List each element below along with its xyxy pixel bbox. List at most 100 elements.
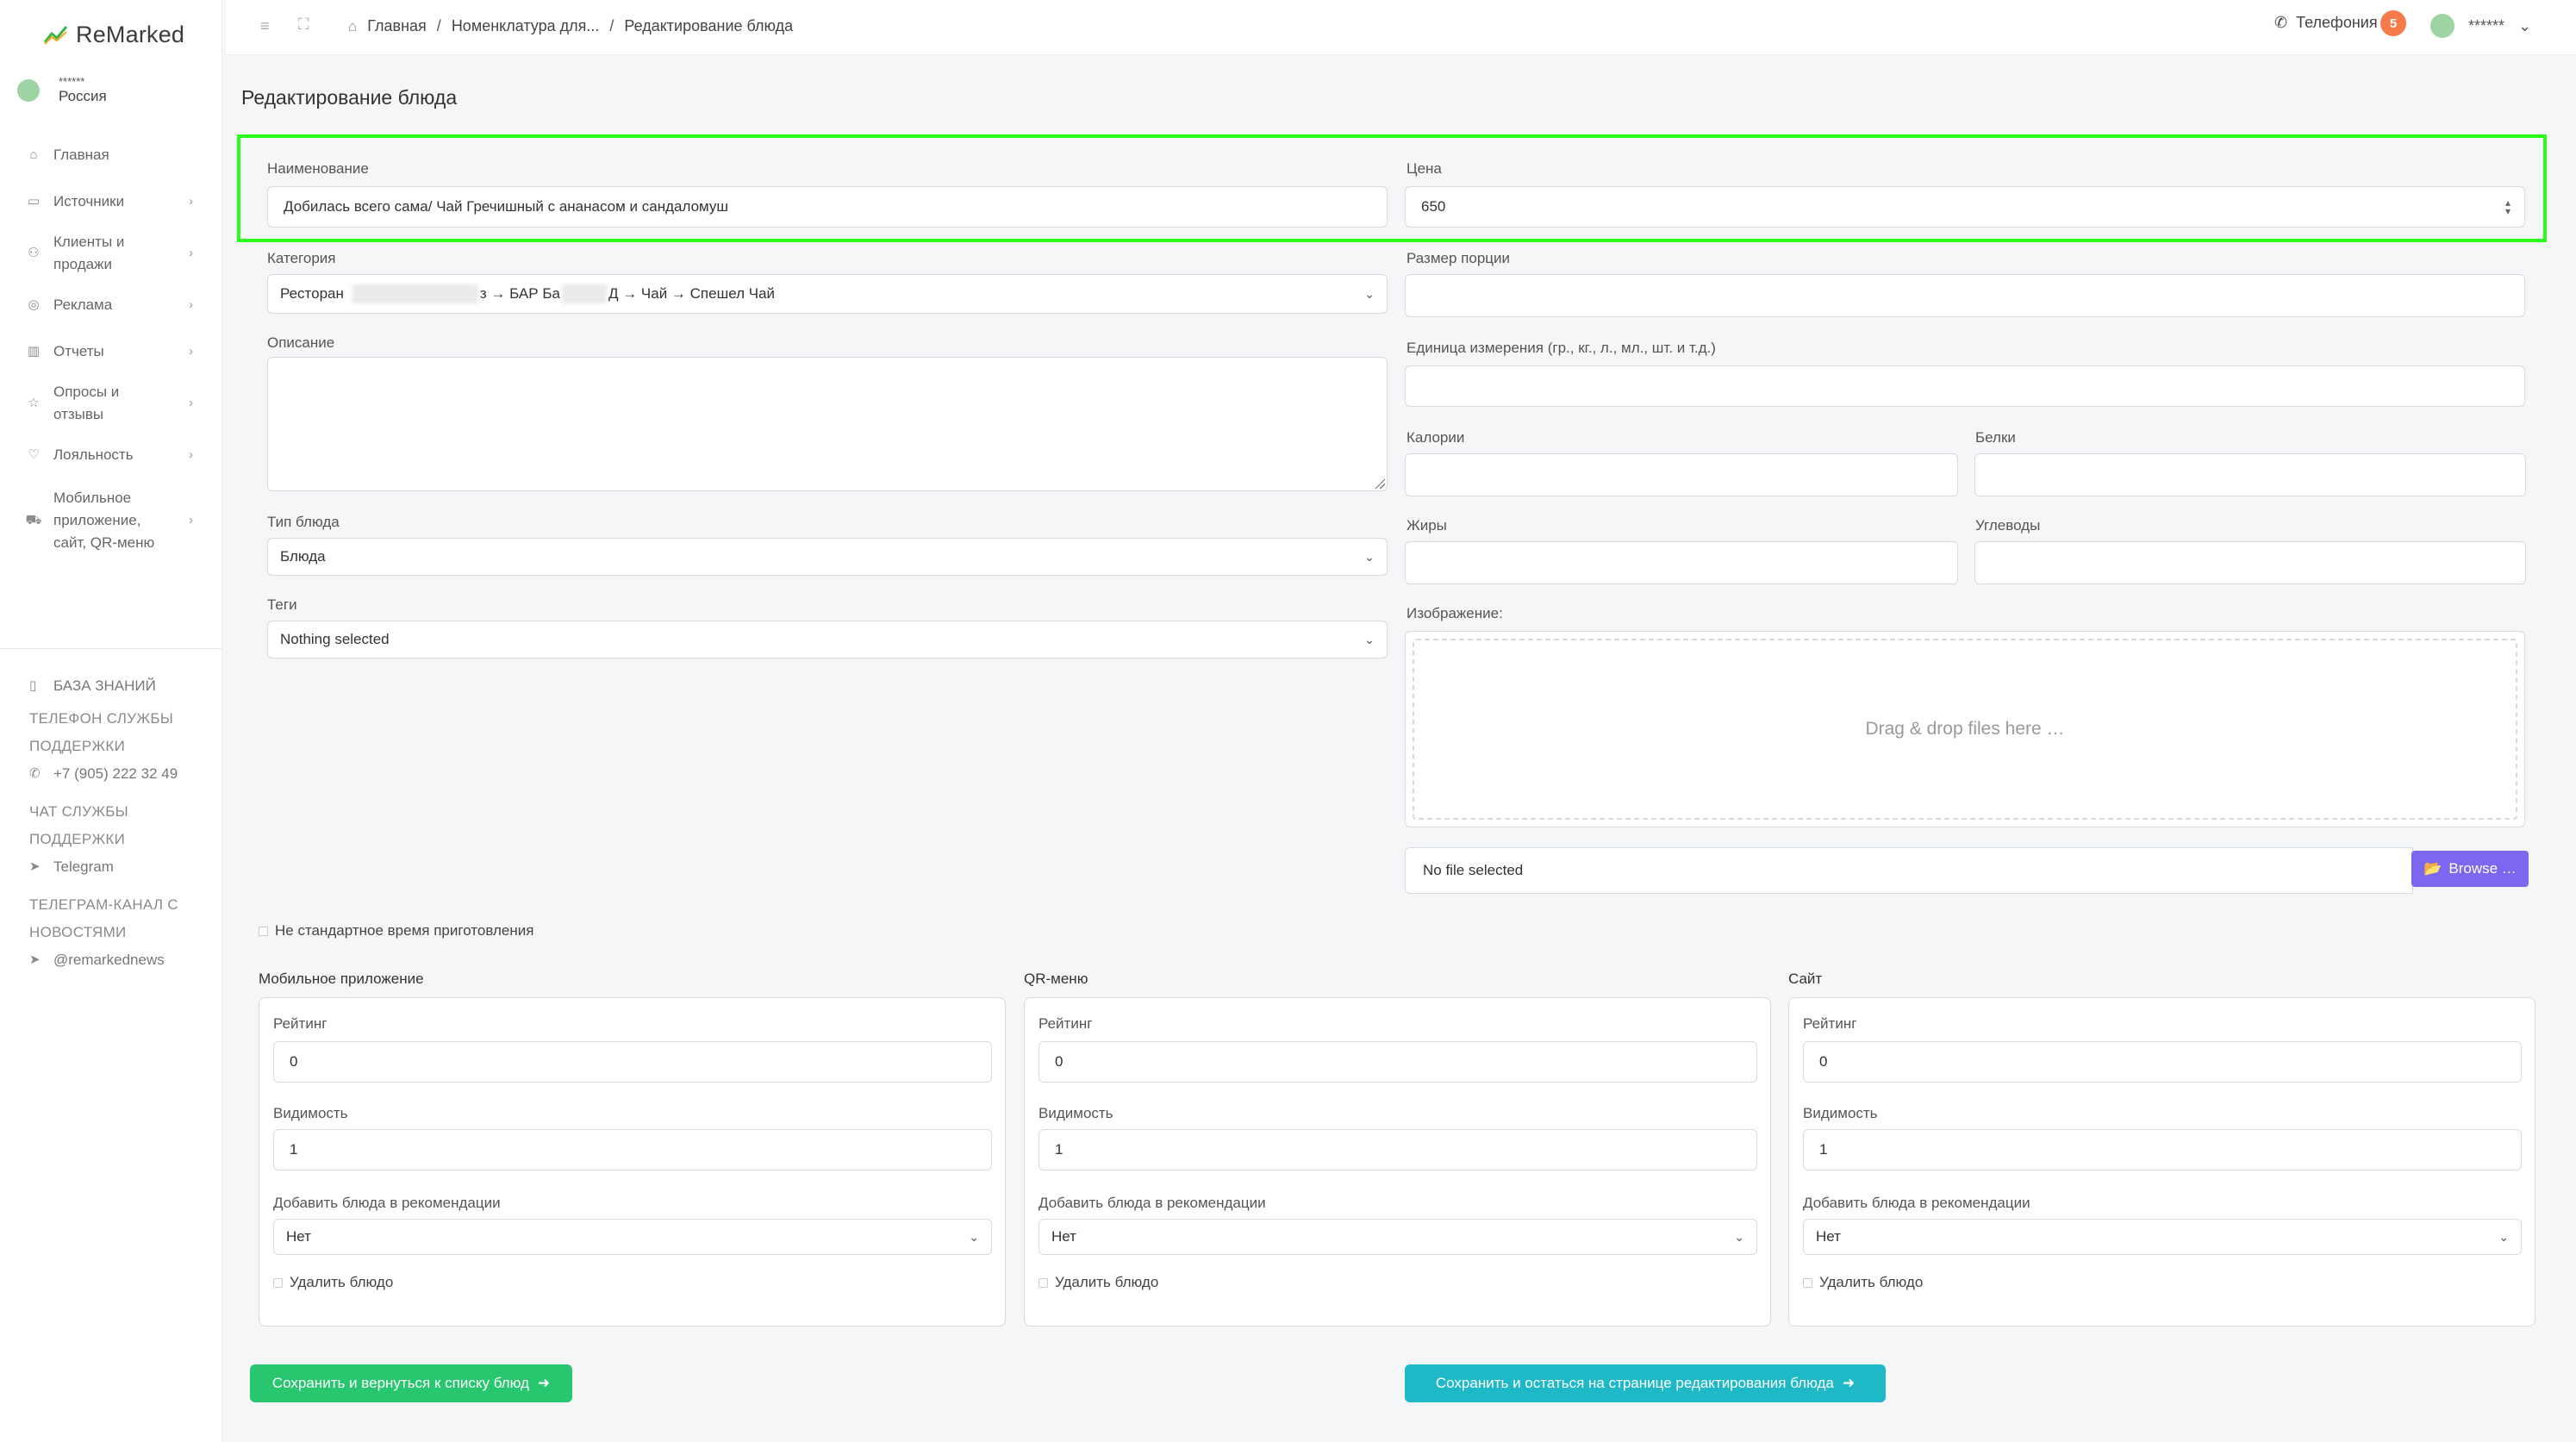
portion-input[interactable] [1405,274,2525,317]
qr-rating-input[interactable]: 0 [1039,1041,1757,1083]
qr-recommend-select[interactable]: Нет ⌄ [1039,1219,1757,1255]
telephony-button[interactable]: ✆ Телефония [2274,14,2378,32]
user-name: ****** [59,75,85,88]
unit-input[interactable] [1405,365,2525,407]
avatar [17,79,40,102]
visibility-value: 1 [1055,1141,1063,1158]
breadcrumb-separator: / [436,17,441,34]
rating-label: Рейтинг [1803,1015,1857,1032]
site-visibility-input[interactable]: 1 [1803,1129,2522,1170]
sidebar-item-surveys[interactable]: ☆ Опросы и отзывы › [0,379,222,428]
sidebar-item-sources[interactable]: ▭ Источники › [0,184,222,219]
fats-input[interactable] [1405,541,1958,584]
qr-menu-panel: Рейтинг 0 Видимость 1 Добавить блюда в р… [1024,997,1771,1327]
rating-label: Рейтинг [273,1015,327,1032]
carbs-label: Углеводы [1975,517,2041,534]
category-value-b: з → БАР Ба [479,285,560,302]
breadcrumb-separator: / [609,17,614,34]
sidebar-item-ads[interactable]: ◎ Реклама › [0,288,222,322]
site-rating-input[interactable]: 0 [1803,1041,2522,1083]
news-channel-link[interactable]: ➤ @remarkednews [29,946,219,974]
checkbox-box[interactable] [273,1277,283,1288]
file-name-field[interactable]: No file selected [1405,847,2413,894]
resize-handle-icon[interactable] [1375,478,1385,489]
carbs-input[interactable] [1974,541,2526,584]
dish-type-select[interactable]: Блюда ⌄ [267,538,1388,576]
calories-label: Калории [1407,429,1465,446]
tags-select[interactable]: Nothing selected ⌄ [267,621,1388,659]
category-select[interactable]: Ресторан з → БАР Ба Д → Чай → Спешел Чай… [267,274,1388,314]
qr-visibility-input[interactable]: 1 [1039,1129,1757,1170]
chevron-down-icon: ⌄ [1364,549,1375,564]
sidebar-item-reports[interactable]: ▥ Отчеты › [0,334,222,369]
image-dropzone[interactable]: Drag & drop files here … [1405,631,2525,827]
user-menu-name: ****** [2468,16,2505,34]
sidebar-item-loyalty[interactable]: ♡ Лояльность › [0,438,222,472]
save-and-stay-button[interactable]: Сохранить и остаться на странице редакти… [1405,1364,1886,1402]
chevron-down-icon: ⌄ [1734,1229,1744,1244]
proteins-label: Белки [1975,429,2016,446]
rating-value: 0 [290,1053,298,1070]
save-and-back-button[interactable]: Сохранить и вернуться к списку блюд ➜ [250,1364,572,1402]
rating-value: 0 [1819,1053,1828,1070]
recommend-value: Нет [1051,1228,1076,1245]
visibility-label: Видимость [1039,1105,1113,1121]
custom-time-label: Не стандартное время приготовления [275,922,534,939]
home-icon: ⌂ [29,147,38,162]
phone-icon: ✆ [29,766,41,781]
rating-value: 0 [1055,1053,1063,1070]
support-phone-link[interactable]: ✆ +7 (905) 222 32 49 [29,760,219,788]
brand-logo[interactable]: ReMarked [43,17,184,52]
chevron-right-icon: › [189,344,193,359]
mobile-app-section-title: Мобильное приложение [259,971,424,987]
support-chat-link[interactable]: ➤ Telegram [29,853,219,881]
sidebar-item-label: Источники [53,193,125,209]
page-title: Редактирование блюда [241,86,458,109]
sidebar-item-clients[interactable]: ⚇ Клиенты и продажи › [0,229,222,278]
site-delete-checkbox[interactable]: Удалить блюдо [1803,1274,1923,1291]
checkbox-box[interactable] [1803,1277,1812,1288]
rating-label: Рейтинг [1039,1015,1093,1032]
proteins-input[interactable] [1974,453,2526,496]
breadcrumb-item-nomenclature[interactable]: Номенклатура для... [452,17,600,35]
book-icon: ▯ [29,678,37,693]
mobile-delete-checkbox[interactable]: Удалить блюдо [273,1274,393,1291]
calories-input[interactable] [1405,453,1958,496]
checkbox-box[interactable] [259,926,268,936]
mobile-rating-input[interactable]: 0 [273,1041,992,1083]
qr-menu-section-title: QR-меню [1024,971,1088,987]
breadcrumb-item-home[interactable]: Главная [367,17,427,35]
folder-open-icon: 📂 [2423,860,2442,877]
delete-label: Удалить блюдо [1819,1274,1924,1290]
visibility-label: Видимость [1803,1105,1878,1121]
redacted-text [561,284,607,303]
mobile-recommend-select[interactable]: Нет ⌄ [273,1219,992,1255]
checkbox-box[interactable] [1039,1277,1048,1288]
news-caption: ТЕЛЕГРАМ-КАНАЛ С НОВОСТЯМИ [29,896,178,940]
site-panel: Рейтинг 0 Видимость 1 Добавить блюда в р… [1788,997,2535,1327]
fullscreen-icon[interactable]: ⛶ [298,16,309,34]
user-region: Россия [59,88,107,104]
home-icon[interactable]: ⌂ [348,18,357,35]
menu-toggle-icon[interactable]: ≡ [260,17,270,35]
sidebar: ReMarked ****** Россия ⌂ Главная ▭ Источ… [0,0,222,1442]
mobile-visibility-input[interactable]: 1 [273,1129,992,1170]
support-phone: +7 (905) 222 32 49 [53,765,178,782]
redacted-text [352,284,478,303]
image-label: Изображение: [1407,605,1503,621]
sidebar-item-label: Лояльность [53,446,134,463]
recommend-label: Добавить блюда в рекомендации [1039,1195,1266,1211]
qr-delete-checkbox[interactable]: Удалить блюдо [1039,1274,1158,1291]
notification-badge[interactable]: 5 [2380,10,2406,36]
current-user[interactable]: ****** Россия [17,76,107,105]
sidebar-item-home[interactable]: ⌂ Главная [0,138,222,172]
sidebar-item-mobile-app[interactable]: ⛟ Мобильное приложение, сайт, QR-меню › [0,486,222,555]
site-recommend-select[interactable]: Нет ⌄ [1803,1219,2522,1255]
telephony-label: Телефония [2296,14,2378,31]
user-menu[interactable]: ****** ⌄ [2430,14,2531,38]
custom-time-checkbox[interactable]: Не стандартное время приготовления [259,922,533,939]
bar-chart-icon: ▥ [27,344,41,359]
knowledge-base-link[interactable]: ▯ БАЗА ЗНАНИЙ [29,672,219,700]
description-textarea[interactable] [267,357,1388,491]
browse-button[interactable]: 📂 Browse … [2411,851,2529,887]
